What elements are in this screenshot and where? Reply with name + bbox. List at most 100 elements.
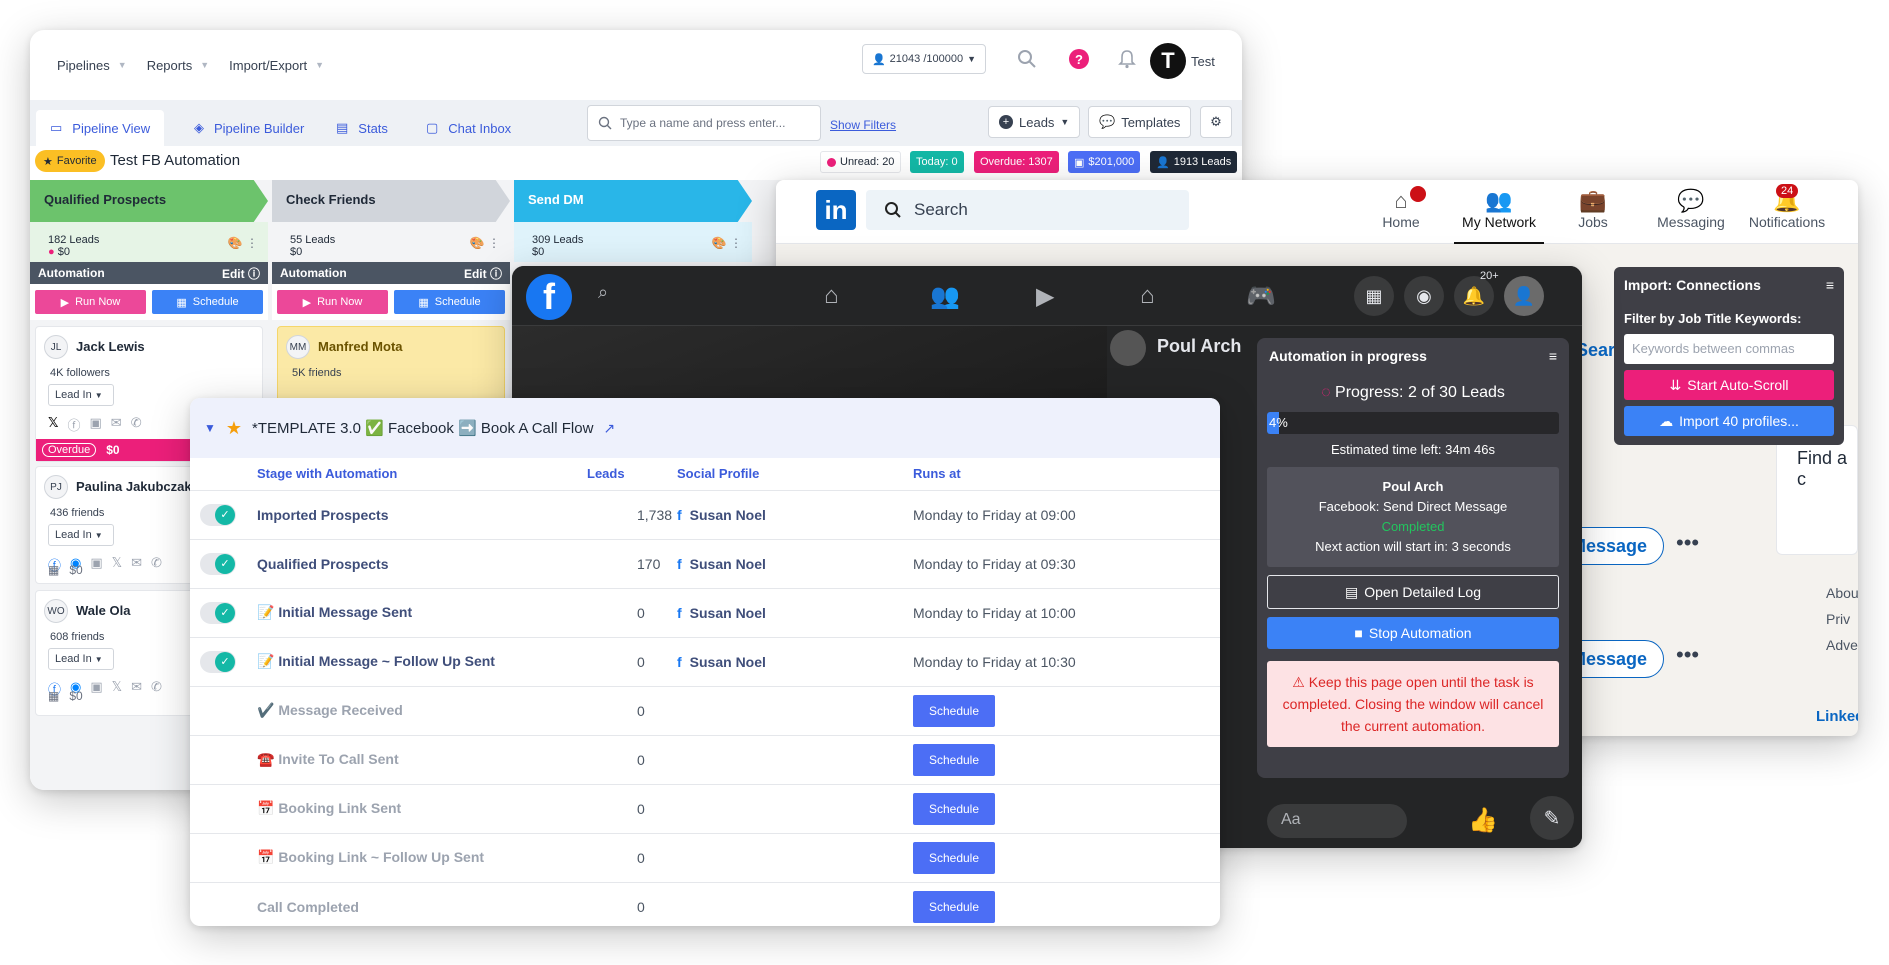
templates-button[interactable]: 💬 Templates (1088, 106, 1192, 138)
column-title[interactable]: Send DM (514, 180, 752, 222)
nav-home[interactable]: ⌂ Home (1356, 188, 1446, 230)
profile-name[interactable]: Susan Noel (690, 654, 766, 670)
settings-button[interactable]: ⚙ (1200, 106, 1232, 138)
x-icon[interactable]: 𝕏 (112, 679, 122, 698)
schedule-button[interactable]: Schedule (913, 890, 995, 923)
phone-icon[interactable]: ✆ (151, 679, 162, 698)
palette-icon[interactable]: 🎨 ⋮ (470, 236, 500, 250)
column-title[interactable]: Qualified Prospects (30, 180, 268, 222)
bell-icon[interactable] (1112, 44, 1142, 74)
tab-stats[interactable]: ▤ Stats (322, 110, 402, 146)
more-icon[interactable]: ••• (1676, 530, 1699, 556)
schedule-button[interactable]: Schedule (913, 792, 995, 825)
gaming-icon[interactable]: 🎮 (1246, 282, 1276, 311)
keywords-input[interactable]: Keywords between commas (1624, 334, 1834, 364)
favorite-badge[interactable]: ★ Favorite (35, 150, 105, 172)
footer-link[interactable]: Adve (1826, 632, 1858, 658)
nav-messaging[interactable]: 💬 Messaging (1646, 188, 1736, 230)
compose-icon[interactable]: ✎ (1530, 796, 1574, 840)
stage-select[interactable]: Lead In ▼ (48, 524, 114, 546)
tab-pipeline-view[interactable]: ▭ Pipeline View (36, 110, 165, 146)
message-input[interactable]: Aa (1267, 804, 1407, 838)
column-title[interactable]: Check Friends (272, 180, 510, 222)
today-badge[interactable]: Today: 0 (910, 151, 964, 173)
facebook-icon[interactable]: ⓕ (67, 415, 80, 434)
search-icon[interactable] (1012, 44, 1042, 74)
marketplace-icon[interactable]: ⌂ (1140, 282, 1155, 310)
automation-toggle[interactable]: ✓ (200, 503, 236, 526)
search-icon[interactable]: ⌕ (598, 282, 608, 303)
menu-icon[interactable]: ≡ (1826, 277, 1834, 293)
help-icon[interactable]: ? (1064, 44, 1094, 74)
friends-icon[interactable]: 👥 (930, 282, 960, 311)
bell-icon[interactable]: 🔔 (1454, 276, 1494, 316)
linkedin-icon[interactable]: ▣ (90, 415, 102, 434)
profile-avatar[interactable]: 👤 (1504, 276, 1544, 316)
run-now-button[interactable]: ▶ Run Now (35, 290, 146, 314)
menu-grid-icon[interactable]: ▦ (1354, 276, 1394, 316)
email-icon[interactable]: ✉ (131, 555, 142, 574)
nav-import-export[interactable]: Import/Export ▼ (229, 58, 324, 73)
tab-chat-inbox[interactable]: ▢ Chat Inbox (412, 110, 525, 146)
linkedin-search-input[interactable]: Search (866, 190, 1189, 230)
automation-toggle[interactable]: ✓ (200, 650, 236, 673)
stage-select[interactable]: Lead In ▼ (48, 648, 114, 670)
messenger-icon[interactable]: ◉ (1404, 276, 1444, 316)
profile-name[interactable]: Susan Noel (690, 507, 766, 523)
linkedin-logo-icon[interactable]: in (816, 190, 856, 230)
stop-automation-button[interactable]: ■ Stop Automation (1267, 617, 1559, 649)
user-name[interactable]: Test (1191, 54, 1215, 69)
lead-card[interactable]: MM Manfred Mota 5K friends (277, 326, 505, 406)
run-now-button[interactable]: ▶ Run Now (277, 290, 388, 314)
footer-link[interactable]: Priv (1826, 606, 1858, 632)
nav-pipelines[interactable]: Pipelines ▼ (57, 58, 127, 73)
schedule-button[interactable]: Schedule (913, 841, 995, 874)
linkedin-icon[interactable]: ▣ (90, 555, 102, 574)
x-icon[interactable]: 𝕏 (48, 415, 58, 434)
lead-search-input[interactable]: Type a name and press enter... (587, 105, 821, 141)
email-icon[interactable]: ✉ (111, 415, 122, 434)
leads-dropdown[interactable]: + Leads ▼ (988, 106, 1081, 138)
credits-dropdown[interactable]: 👤 21043 /100000 ▼ (862, 44, 986, 74)
nav-jobs[interactable]: 💼 Jobs (1548, 188, 1638, 230)
show-filters-link[interactable]: Show Filters (830, 118, 896, 132)
menu-icon[interactable]: ≡ (1549, 348, 1557, 364)
phone-icon[interactable]: ✆ (151, 555, 162, 574)
overdue-badge[interactable]: Overdue: 1307 (974, 151, 1059, 173)
nav-reports[interactable]: Reports ▼ (147, 58, 209, 73)
linkedin-icon[interactable]: ▣ (90, 679, 102, 698)
leads-count-badge[interactable]: 👤 1913 Leads (1150, 151, 1238, 173)
avatar[interactable]: T (1150, 43, 1186, 79)
collapse-caret-icon[interactable]: ▼ (204, 421, 216, 435)
import-profiles-button[interactable]: ☁ Import 40 profiles... (1624, 406, 1834, 436)
unread-badge[interactable]: Unread: 20 (820, 151, 902, 173)
schedule-button[interactable]: ▦ Schedule (152, 290, 263, 314)
tab-pipeline-builder[interactable]: ◈ Pipeline Builder (180, 110, 318, 146)
home-icon[interactable]: ⌂ (824, 282, 839, 310)
schedule-button[interactable]: ▦ Schedule (394, 290, 505, 314)
automation-toggle[interactable]: ✓ (200, 601, 236, 624)
palette-icon[interactable]: 🎨 ⋮ (712, 236, 742, 250)
edit-link[interactable]: Edit ⓘ (464, 265, 502, 282)
profile-name[interactable]: Susan Noel (690, 556, 766, 572)
phone-icon[interactable]: ✆ (131, 415, 142, 434)
facebook-logo-icon[interactable]: f (526, 274, 572, 320)
open-log-button[interactable]: ▤ Open Detailed Log (1267, 575, 1559, 609)
watch-icon[interactable]: ▶ (1036, 282, 1054, 311)
profile-name[interactable]: Susan Noel (690, 605, 766, 621)
email-icon[interactable]: ✉ (131, 679, 142, 698)
chat-contact-name[interactable]: Poul Arch (1157, 336, 1241, 357)
start-auto-scroll-button[interactable]: ⇊ Start Auto-Scroll (1624, 370, 1834, 400)
edit-link[interactable]: Edit ⓘ (222, 265, 260, 282)
star-icon[interactable]: ★ (226, 418, 242, 439)
automation-toggle[interactable]: ✓ (200, 552, 236, 575)
money-badge[interactable]: ▣ $201,000 (1068, 151, 1141, 173)
more-icon[interactable]: ••• (1676, 642, 1699, 668)
footer-link[interactable]: Abou (1826, 580, 1858, 606)
palette-icon[interactable]: 🎨 ⋮ (228, 236, 258, 250)
schedule-button[interactable]: Schedule (913, 694, 995, 727)
nav-my-network[interactable]: 👥 My Network (1454, 188, 1544, 244)
external-link-icon[interactable]: ↗ (603, 420, 615, 437)
schedule-button[interactable]: Schedule (913, 743, 995, 776)
x-icon[interactable]: 𝕏 (112, 555, 122, 574)
